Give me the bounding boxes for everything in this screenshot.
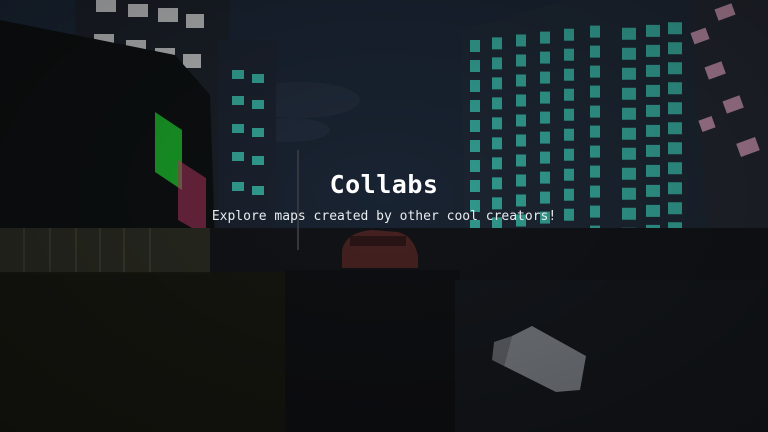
title-block: Collabs Explore maps created by other co… [0, 168, 768, 226]
screen-title: Collabs [329, 170, 439, 199]
game-background-scene: Collabs Explore maps created by other co… [0, 0, 768, 432]
screen-subtitle: Explore maps created by other cool creat… [211, 209, 557, 224]
